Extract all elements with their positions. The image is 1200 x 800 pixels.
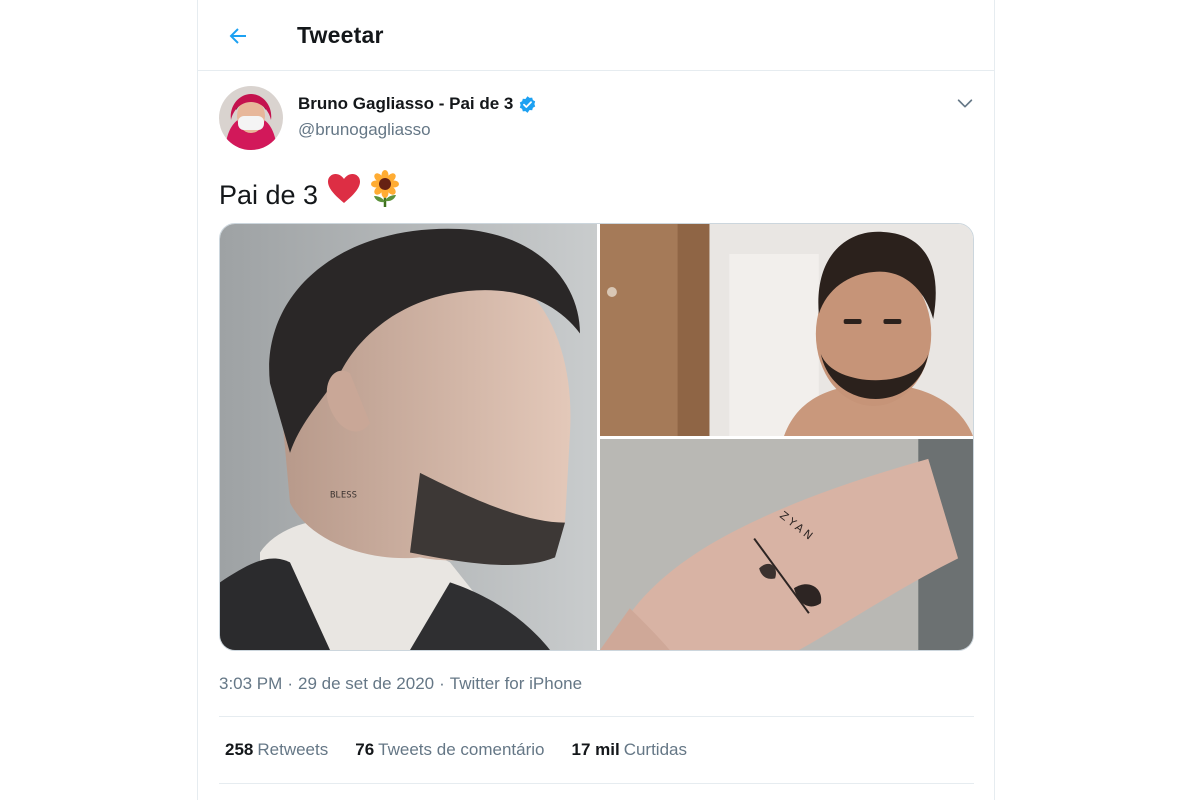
top-bar: Tweetar bbox=[198, 0, 994, 71]
divider bbox=[219, 783, 974, 784]
sunflower-icon bbox=[366, 170, 404, 219]
likes-count: 17 mil bbox=[571, 740, 620, 759]
avatar[interactable] bbox=[219, 86, 283, 150]
retweets-count: 258 bbox=[225, 740, 254, 759]
tweet-date[interactable]: 29 de set de 2020 bbox=[298, 674, 434, 694]
back-button[interactable] bbox=[220, 18, 256, 54]
tweet-metadata: 3:03 PM · 29 de set de 2020 · Twitter fo… bbox=[219, 674, 582, 694]
neck-tattoo-text: BLESS bbox=[330, 491, 357, 501]
arrow-left-icon bbox=[229, 28, 246, 44]
quote-tweets-stat[interactable]: 76 Tweets de comentário bbox=[355, 740, 544, 760]
photo-profile-neck[interactable]: BLESS bbox=[220, 224, 597, 650]
photo-hand-tattoo[interactable]: ZYAN bbox=[600, 439, 973, 650]
meta-separator: · bbox=[287, 674, 293, 693]
meta-separator: · bbox=[439, 674, 445, 693]
red-heart-icon bbox=[326, 171, 362, 218]
tweet-time[interactable]: 3:03 PM bbox=[219, 674, 282, 694]
likes-stat[interactable]: 17 mil Curtidas bbox=[571, 740, 687, 760]
chevron-down-icon bbox=[957, 99, 973, 108]
author-handle[interactable]: @brunogagliasso bbox=[298, 120, 537, 140]
photo-grid: BLESS ZYAN bbox=[219, 223, 974, 651]
tweet-text: Pai de 3 bbox=[219, 170, 404, 219]
quote-tweets-count: 76 bbox=[355, 740, 375, 759]
retweets-stat[interactable]: 258 Retweets bbox=[225, 740, 328, 760]
retweets-label: Retweets bbox=[257, 740, 329, 759]
tweet-detail-column: Tweetar Bruno Gagliasso - Pai de 3 @brun… bbox=[197, 0, 995, 800]
more-options-button[interactable] bbox=[954, 92, 976, 114]
divider bbox=[219, 716, 974, 717]
tweet-source[interactable]: Twitter for iPhone bbox=[450, 674, 582, 694]
photo-portrait[interactable] bbox=[600, 224, 973, 436]
author-name[interactable]: Bruno Gagliasso - Pai de 3 bbox=[298, 94, 537, 114]
quote-tweets-label: Tweets de comentário bbox=[378, 740, 545, 759]
author-block: Bruno Gagliasso - Pai de 3 @brunogaglias… bbox=[298, 94, 537, 140]
tweet-text-content: Pai de 3 bbox=[219, 179, 319, 210]
author-name-text: Bruno Gagliasso - Pai de 3 bbox=[298, 94, 514, 113]
likes-label: Curtidas bbox=[623, 740, 687, 759]
verified-badge-icon bbox=[518, 95, 537, 114]
page-title: Tweetar bbox=[297, 22, 384, 48]
engagement-stats: 258 Retweets 76 Tweets de comentário 17 mi… bbox=[225, 740, 714, 760]
